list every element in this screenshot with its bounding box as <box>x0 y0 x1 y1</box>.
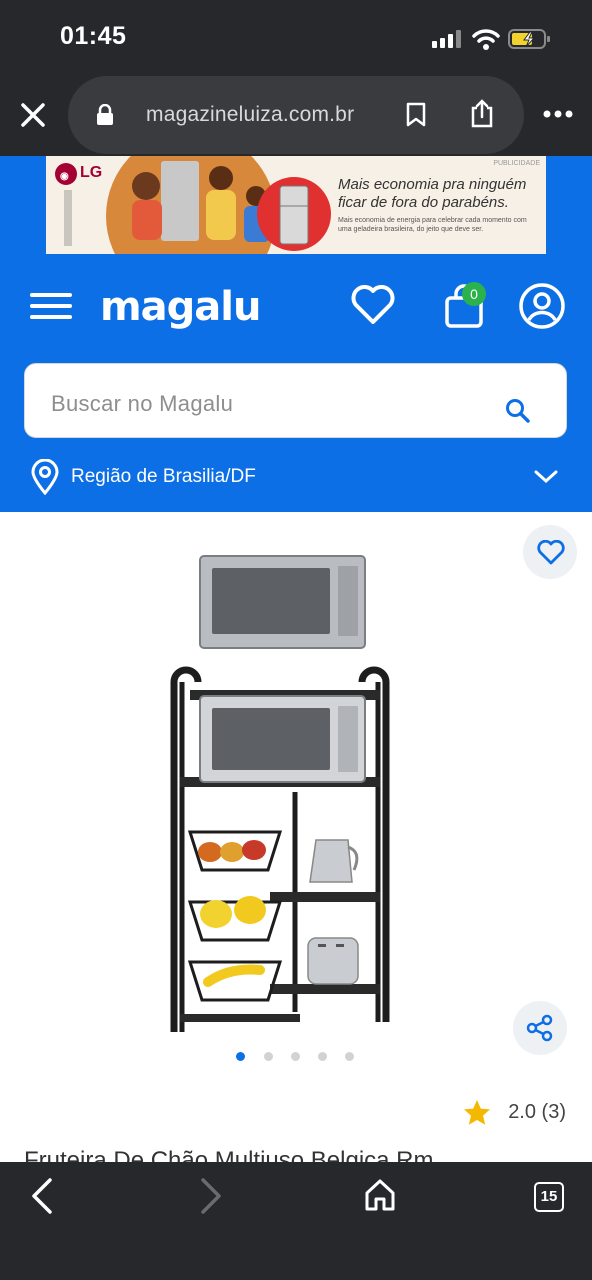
clock: 01:45 <box>60 22 127 50</box>
ad-headline: Mais economia pra ninguém ficar de fora … <box>338 176 527 211</box>
ad-fridge-circle <box>257 177 331 251</box>
gallery-dot[interactable] <box>264 1052 273 1061</box>
region-selector[interactable]: Região de Brasilia/DF <box>71 466 256 488</box>
back-icon[interactable] <box>30 1178 54 1214</box>
browser-toolbar: 15 <box>0 1162 592 1280</box>
product-rating[interactable]: 2.0 (3) <box>508 1101 566 1124</box>
heart-icon[interactable] <box>350 284 396 326</box>
location-pin-icon <box>31 459 59 495</box>
magalu-logo[interactable]: magalu <box>100 284 261 330</box>
ad-subtext: Mais economia de energia para celebrar c… <box>338 217 527 233</box>
favorite-button[interactable] <box>523 525 577 579</box>
ad-fridge-side <box>64 190 72 246</box>
close-icon[interactable] <box>20 102 46 128</box>
share-icon[interactable] <box>469 98 495 128</box>
search-input[interactable]: Buscar no Magalu <box>24 363 567 438</box>
forward-icon[interactable] <box>199 1178 223 1214</box>
ad-family-photo <box>106 156 276 254</box>
url-text: magazineluiza.com.br <box>146 103 355 126</box>
search-icon[interactable] <box>505 398 531 424</box>
home-icon[interactable] <box>364 1178 396 1212</box>
ad-brand: LG <box>80 164 103 181</box>
gallery-dot[interactable] <box>291 1052 300 1061</box>
tabs-button[interactable]: 15 <box>534 1182 564 1212</box>
share-button[interactable] <box>513 1001 567 1055</box>
lock-icon <box>97 104 113 125</box>
product-image <box>170 555 390 1032</box>
status-bar: 01:45 <box>0 0 592 78</box>
heart-icon <box>537 540 565 565</box>
cart-count-badge: 0 <box>462 282 486 306</box>
search-placeholder: Buscar no Magalu <box>51 391 234 416</box>
signal-icon <box>432 30 461 48</box>
battery-icon <box>508 29 550 49</box>
svg-text:◉: ◉ <box>60 171 69 182</box>
gallery-dot[interactable] <box>236 1052 245 1061</box>
bookmark-icon[interactable] <box>405 102 427 128</box>
ad-label: PUBLICIDADE <box>493 160 540 167</box>
account-icon[interactable] <box>518 282 566 330</box>
ad-banner[interactable]: ◉ LG PUBLICIDADE Mais economia pra ningu… <box>46 156 546 254</box>
address-bar[interactable]: magazineluiza.com.br <box>68 76 524 154</box>
more-icon[interactable] <box>543 110 573 118</box>
star-icon <box>464 1100 490 1125</box>
chevron-down-icon[interactable] <box>534 470 558 484</box>
ad-strip: ◉ LG PUBLICIDADE Mais economia pra ningu… <box>0 156 592 256</box>
browser-bar: magazineluiza.com.br <box>0 74 592 158</box>
gallery-dot[interactable] <box>318 1052 327 1061</box>
site-header: magalu 0 Buscar no Magalu Região de Bras… <box>0 256 592 512</box>
product-gallery[interactable] <box>0 512 592 1072</box>
share-icon <box>526 1014 553 1042</box>
wifi-icon <box>472 29 500 50</box>
gallery-dot[interactable] <box>345 1052 354 1061</box>
menu-icon[interactable] <box>30 292 72 320</box>
